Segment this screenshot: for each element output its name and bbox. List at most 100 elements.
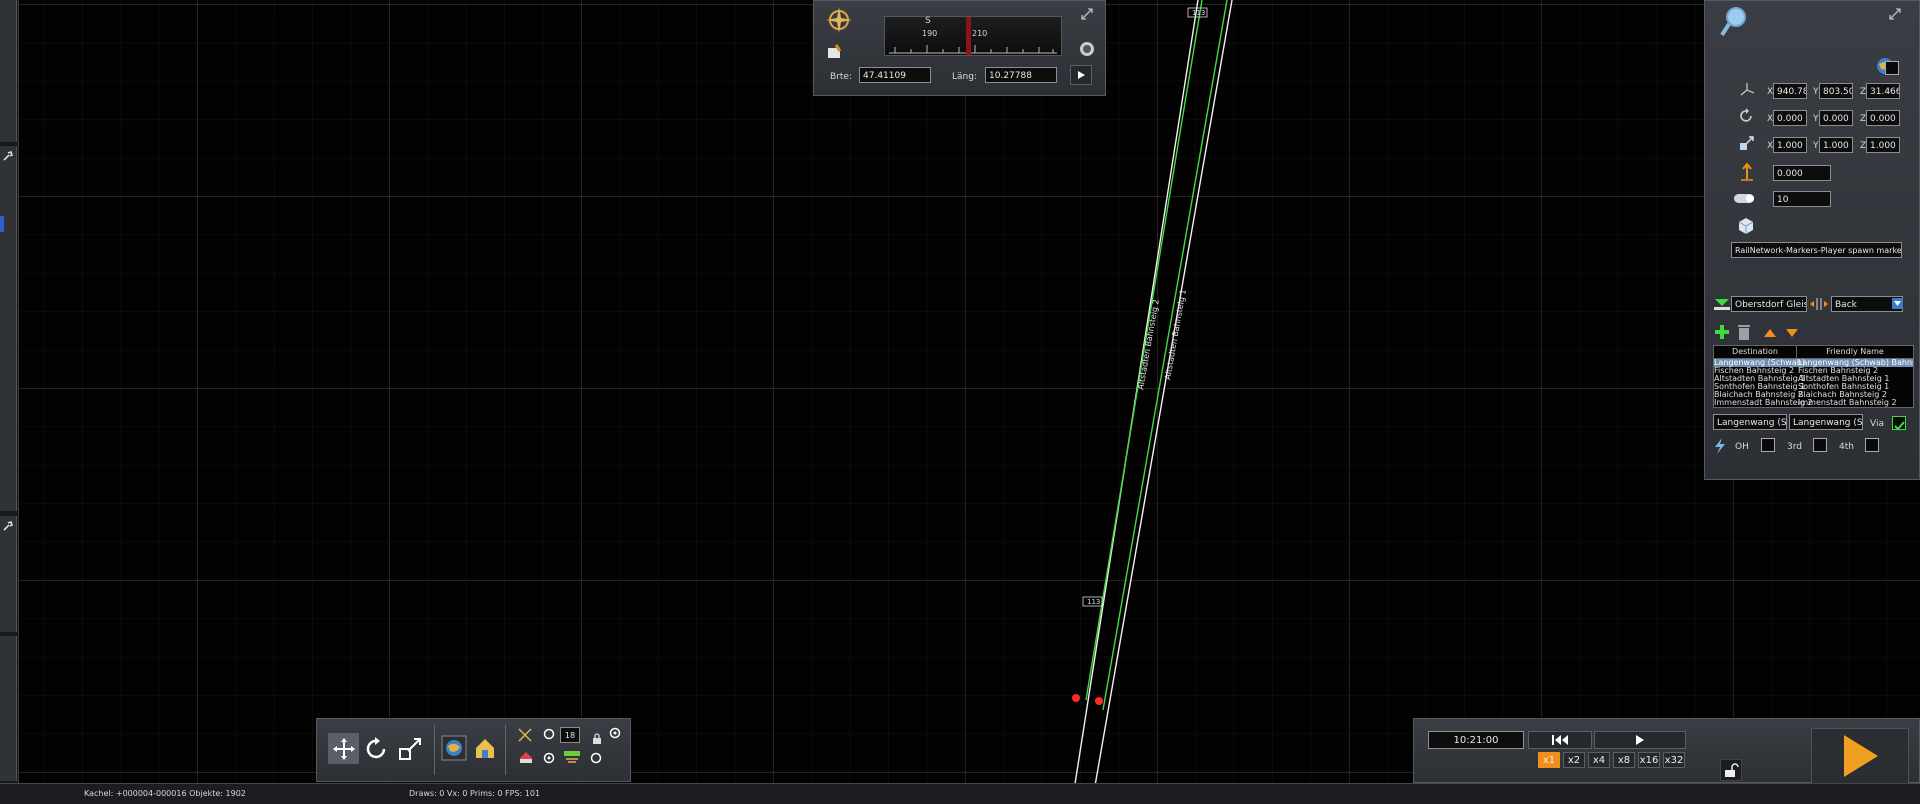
spawn-marker-red-2[interactable] — [1095, 697, 1103, 705]
lightning-icon — [1713, 437, 1727, 455]
rotation-x-field[interactable]: 0.000 — [1773, 110, 1807, 126]
header-friendly-name[interactable]: Friendly Name — [1797, 346, 1913, 358]
longitude-label: Läng: — [952, 72, 977, 82]
speed-x2-button[interactable]: x2 — [1563, 752, 1585, 768]
latitude-label: Brte: — [830, 72, 852, 82]
height-arrow-icon — [1739, 163, 1755, 181]
height-field[interactable]: 0.000 — [1773, 165, 1831, 181]
compass-heading-scale[interactable]: S 190 210 — [884, 16, 1062, 56]
platform-line-1[interactable] — [1102, 0, 1228, 711]
position-x-field[interactable]: 940.784 — [1773, 83, 1807, 99]
move-tool-button[interactable] — [328, 733, 359, 764]
signal-marker-top[interactable]: 113 — [1187, 7, 1208, 18]
resize-icon[interactable] — [1888, 7, 1902, 21]
latitude-field[interactable]: 47.41109 — [859, 67, 931, 83]
speed-x32-button[interactable]: x32 — [1663, 752, 1685, 768]
table-row[interactable]: Langenwang (Schwab) Langenwang (Schwab) … — [1714, 359, 1913, 367]
time-panel: 10:21:00 x1 x2 x4 x8 x16 x32 — [1413, 718, 1920, 784]
left-panel-tab-3[interactable] — [0, 516, 17, 632]
rotate-tool-button[interactable] — [361, 733, 392, 764]
counter-field[interactable]: 18 — [560, 727, 580, 743]
compass-panel: S 190 210 Brte: 47.41109 Läng: 10.27788 — [813, 0, 1106, 96]
track-tool-icon[interactable] — [517, 727, 533, 743]
world-view-icon[interactable] — [441, 735, 467, 761]
table-row[interactable]: Fischen Bahnsteig 2 Fischen Bahnsteig 2 — [1714, 367, 1913, 375]
map-pin-icon[interactable] — [826, 43, 844, 61]
scale-tool-button[interactable] — [395, 733, 426, 764]
camera-target-icon[interactable] — [1078, 40, 1096, 58]
toggle-switch-icon[interactable] — [1733, 191, 1757, 205]
properties-panel: X 940.784 Y 803.502 Z 31.466 X 0.000 Y 0… — [1704, 0, 1920, 480]
scale-y-field[interactable]: 1.000 — [1819, 137, 1853, 153]
left-panel-tab-4[interactable] — [0, 636, 17, 781]
longitude-field[interactable]: 10.27788 — [985, 67, 1057, 83]
train-icon[interactable] — [517, 749, 535, 765]
signal-tool-icon[interactable] — [562, 749, 582, 765]
home-icon[interactable] — [472, 735, 498, 761]
compass-rose-icon[interactable] — [824, 5, 854, 35]
position-z-field[interactable]: 31.466 — [1866, 83, 1900, 99]
clock-field[interactable]: 10:21:00 — [1428, 731, 1524, 749]
direction-value: Back — [1835, 300, 1857, 310]
world-space-toggle[interactable] — [1885, 61, 1899, 75]
move-down-icon[interactable] — [1785, 327, 1799, 339]
rewind-button[interactable] — [1528, 731, 1592, 749]
destination-edit-field[interactable]: Langenwang (Schwab) — [1713, 414, 1787, 430]
rotation-y-field[interactable]: 0.000 — [1819, 110, 1853, 126]
table-row[interactable]: Altstadten Bahnsteig 1 Altstadten Bahnst… — [1714, 375, 1913, 383]
world-viewport[interactable]: Altstadten Bahnsteig 2 Altstadten Bahnst… — [0, 0, 1920, 803]
add-icon[interactable] — [1713, 323, 1731, 341]
target-icon[interactable] — [543, 752, 555, 764]
table-row[interactable]: Sonthofen Bahnsteig 1 Sonthofen Bahnstei… — [1714, 383, 1913, 391]
svg-text:113: 113 — [1087, 598, 1100, 606]
header-destination[interactable]: Destination — [1714, 346, 1797, 358]
fourth-rail-checkbox[interactable] — [1865, 438, 1879, 452]
status-bar: Kachel: +000004-000016 Objekte: 1902 Dra… — [0, 783, 1920, 804]
overhead-label: OH — [1735, 442, 1749, 452]
spawn-marker-red-1[interactable] — [1072, 694, 1080, 702]
target-icon[interactable] — [609, 727, 621, 739]
via-checkbox[interactable] — [1892, 416, 1906, 431]
table-row[interactable]: Blaichach Bahnsteig 2 Blaichach Bahnstei… — [1714, 391, 1913, 399]
scale-x-field[interactable]: 1.000 — [1773, 137, 1807, 153]
move-up-icon[interactable] — [1763, 327, 1777, 339]
friendly-name-edit-field[interactable]: Langenwang (Schwab) — [1789, 414, 1863, 430]
signal-marker-bottom[interactable]: 113 — [1082, 596, 1103, 607]
rotation-z-field[interactable]: 0.000 — [1866, 110, 1900, 126]
object-name-field[interactable]: RailNetwork-Markers-Player spawn marker — [1731, 242, 1902, 258]
goto-location-button[interactable] — [1070, 65, 1092, 85]
play-time-button[interactable] — [1594, 731, 1686, 749]
amount-field[interactable]: 10 — [1773, 191, 1831, 207]
lock-icon[interactable] — [592, 733, 602, 745]
speed-x16-button[interactable]: x16 — [1638, 752, 1660, 768]
track-direction-icon[interactable] — [1809, 296, 1829, 312]
search-icon[interactable] — [1719, 5, 1749, 39]
chevron-down-icon[interactable] — [1892, 298, 1903, 309]
speed-x1-button[interactable]: x1 — [1538, 752, 1560, 768]
platform-label-1: Altstadten Bahnsteig 1 — [1163, 289, 1188, 381]
left-panel-tab-2[interactable] — [0, 146, 17, 511]
left-panel-tab-1[interactable] — [0, 0, 17, 142]
radio-icon[interactable] — [590, 752, 602, 764]
overhead-checkbox[interactable] — [1761, 438, 1775, 452]
speed-x4-button[interactable]: x4 — [1588, 752, 1610, 768]
position-y-field[interactable]: 803.502 — [1819, 83, 1853, 99]
table-row[interactable]: Immenstadt Bahnsteig 2 Immenstadt Bahnst… — [1714, 399, 1913, 407]
resize-icon[interactable] — [1080, 7, 1094, 21]
station-marker-icon[interactable] — [1713, 296, 1731, 314]
track-rail-right[interactable] — [1091, 0, 1233, 803]
table-header: Destination Friendly Name — [1714, 346, 1913, 359]
wrench-icon[interactable] — [2, 150, 14, 162]
destinations-table: Destination Friendly Name Langenwang (Sc… — [1713, 345, 1914, 408]
drive-play-button[interactable] — [1811, 728, 1909, 784]
third-rail-checkbox[interactable] — [1813, 438, 1827, 452]
svg-text:113: 113 — [1192, 9, 1205, 17]
radio-icon[interactable] — [543, 728, 555, 740]
trash-icon[interactable] — [1737, 323, 1751, 341]
speed-x8-button[interactable]: x8 — [1613, 752, 1635, 768]
scale-z-field[interactable]: 1.000 — [1866, 137, 1900, 153]
wrench-icon[interactable] — [2, 520, 14, 532]
tool-panel: 18 — [316, 718, 631, 782]
unlock-icon[interactable] — [1720, 759, 1742, 781]
station-field[interactable]: Oberstdorf Gleis 4 — [1731, 296, 1807, 312]
